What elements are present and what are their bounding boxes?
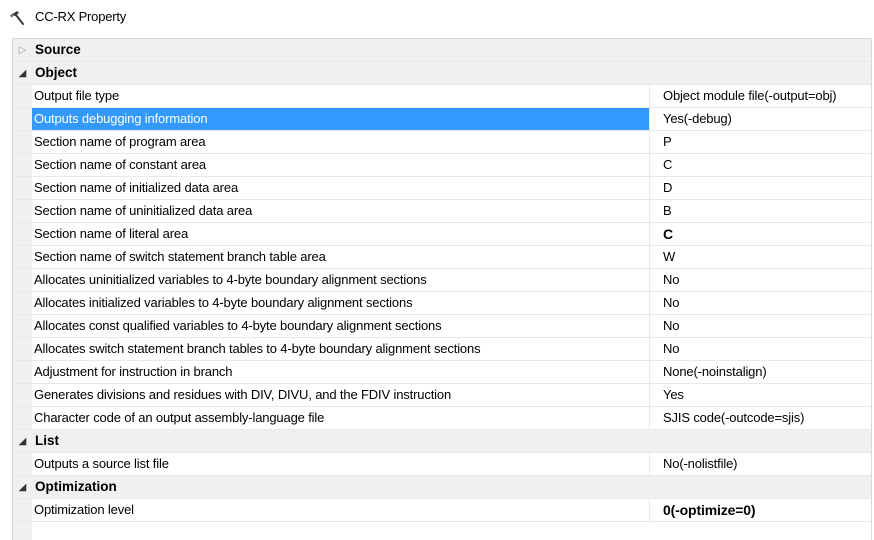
property-value[interactable]: No: [650, 338, 871, 360]
property-row[interactable]: Character code of an output assembly-lan…: [13, 407, 871, 430]
property-row[interactable]: Adjustment for instruction in branch None…: [13, 361, 871, 384]
property-row[interactable]: Section name of constant area C: [13, 154, 871, 177]
property-row[interactable]: Section name of program area P: [13, 131, 871, 154]
property-value[interactable]: C: [650, 154, 871, 176]
collapsed-triangle-icon[interactable]: ▷: [13, 39, 32, 62]
property-name[interactable]: Section name of program area: [32, 131, 650, 153]
expanded-triangle-icon[interactable]: ◢: [13, 62, 32, 85]
expanded-triangle-icon[interactable]: ◢: [13, 430, 32, 453]
property-name[interactable]: Allocates switch statement branch tables…: [32, 338, 650, 360]
expanded-triangle-icon[interactable]: ◢: [13, 476, 32, 499]
category-row-optimization[interactable]: ◢ Optimization: [13, 476, 871, 499]
property-name[interactable]: Allocates initialized variables to 4-byt…: [32, 292, 650, 314]
category-label: Optimization: [35, 479, 117, 494]
property-value[interactable]: Yes(-debug): [650, 108, 871, 130]
property-row[interactable]: Allocates uninitialized variables to 4-b…: [13, 269, 871, 292]
property-value[interactable]: SJIS code(-outcode=sjis): [650, 407, 871, 429]
property-value[interactable]: 0(-optimize=0): [650, 499, 871, 521]
property-name[interactable]: Allocates const qualified variables to 4…: [32, 315, 650, 337]
property-name[interactable]: Outputs debugging information: [32, 108, 650, 130]
property-name[interactable]: Output file type: [32, 85, 650, 107]
property-row[interactable]: Outputs a source list file No(-nolistfile…: [13, 453, 871, 476]
property-name[interactable]: Section name of uninitialized data area: [32, 200, 650, 222]
property-row[interactable]: Output file type Object module file(-outp…: [13, 85, 871, 108]
property-name[interactable]: Adjustment for instruction in branch: [32, 361, 650, 383]
property-value[interactable]: No: [650, 292, 871, 314]
property-name[interactable]: Section name of constant area: [32, 154, 650, 176]
property-name[interactable]: Section name of switch statement branch …: [32, 246, 650, 268]
category-label: Object: [35, 65, 78, 80]
property-name[interactable]: Section name of literal area: [32, 223, 650, 245]
property-row[interactable]: Section name of uninitialized data area B: [13, 200, 871, 223]
property-value[interactable]: C: [650, 223, 871, 245]
property-value[interactable]: No(-nolistfile): [650, 453, 871, 475]
category-row-source[interactable]: ▷ Source: [13, 39, 871, 62]
property-row[interactable]: Optimization level 0(-optimize=0): [13, 499, 871, 522]
window-title: CC-RX Property: [35, 9, 127, 24]
property-row[interactable]: Section name of initialized data area D: [13, 177, 871, 200]
property-row[interactable]: Outputs debugging information Yes(-debug): [13, 108, 871, 131]
property-value[interactable]: P: [650, 131, 871, 153]
category-row-object[interactable]: ◢ Object: [13, 62, 871, 85]
property-name[interactable]: Outputs a source list file: [32, 453, 650, 475]
property-value[interactable]: Yes: [650, 384, 871, 406]
category-row-list[interactable]: ◢ List: [13, 430, 871, 453]
property-name[interactable]: Section name of initialized data area: [32, 177, 650, 199]
property-row[interactable]: Allocates const qualified variables to 4…: [13, 315, 871, 338]
property-value[interactable]: D: [650, 177, 871, 199]
title-bar: CC-RX Property: [0, 0, 874, 34]
property-name[interactable]: Generates divisions and residues with DI…: [32, 384, 650, 406]
category-label: List: [35, 433, 60, 448]
property-row[interactable]: Allocates switch statement branch tables…: [13, 338, 871, 361]
property-row[interactable]: Generates divisions and residues with DI…: [13, 384, 871, 407]
property-row[interactable]: Section name of literal area C: [13, 223, 871, 246]
property-value[interactable]: No: [650, 315, 871, 337]
property-name[interactable]: Character code of an output assembly-lan…: [32, 407, 650, 429]
property-grid[interactable]: ▷ Source ◢ Object Output file type Object mod…: [12, 38, 872, 540]
hammer-icon: [8, 9, 26, 27]
property-row[interactable]: Section name of switch statement branch …: [13, 246, 871, 269]
property-value[interactable]: W: [650, 246, 871, 268]
category-label: Source: [35, 42, 81, 57]
property-value[interactable]: B: [650, 200, 871, 222]
property-name[interactable]: Optimization level: [32, 499, 650, 521]
property-value[interactable]: Object module file(-output=obj): [650, 85, 871, 107]
property-value[interactable]: None(-noinstalign): [650, 361, 871, 383]
property-row[interactable]: Allocates initialized variables to 4-byt…: [13, 292, 871, 315]
property-name[interactable]: Allocates uninitialized variables to 4-b…: [32, 269, 650, 291]
property-value[interactable]: No: [650, 269, 871, 291]
